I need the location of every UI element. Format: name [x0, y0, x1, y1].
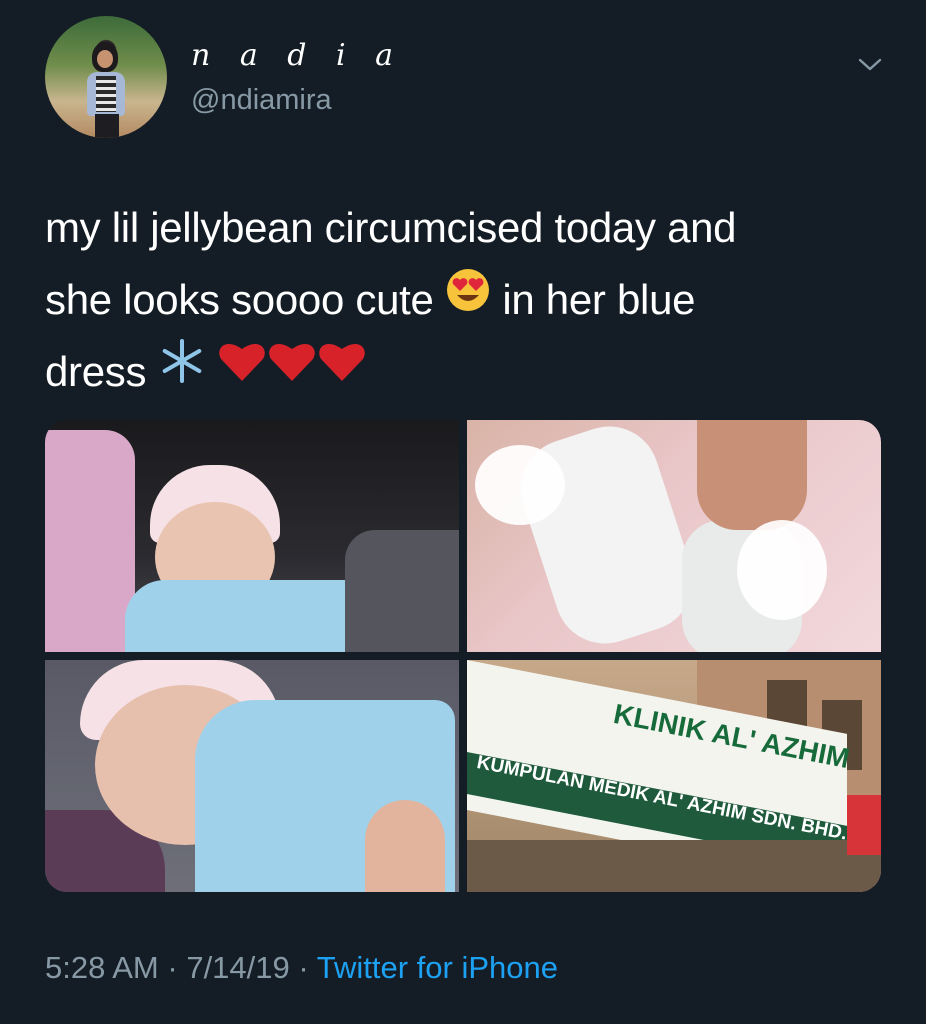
red-hearts-emoji-icon [217, 335, 367, 407]
photo-baby-awake[interactable] [45, 660, 459, 892]
tweet-text-line-3: dress [45, 336, 895, 408]
snowflake-emoji-icon [158, 335, 206, 407]
avatar-figure-legs [95, 114, 119, 138]
avatar-figure-face [97, 50, 113, 68]
tweet-text-segment: in her blue [502, 276, 696, 323]
tweet-source-link[interactable]: Twitter for iPhone [317, 950, 558, 985]
photo-clinic-sign[interactable]: KLINIK AL' AZHIM KUMPULAN MEDIK AL' AZHI… [467, 660, 881, 892]
tweet-time: 5:28 AM [45, 950, 159, 985]
avatar-figure-shirt [96, 76, 116, 112]
photo-baby-socks[interactable] [467, 420, 881, 652]
heart-eyes-emoji-icon [445, 263, 491, 335]
tweet-header: n a d i a @ndiamira [45, 16, 891, 140]
chevron-down-icon[interactable] [857, 54, 883, 74]
media-grid: KLINIK AL' AZHIM KUMPULAN MEDIK AL' AZHI… [45, 420, 881, 892]
tweet-text-line-1: my lil jellybean circumcised today and [45, 204, 737, 251]
user-handle[interactable]: @ndiamira [191, 84, 332, 117]
avatar[interactable] [45, 16, 167, 138]
tweet-text-line-2: she looks soooo cute in her blue [45, 264, 895, 336]
meta-separator: · [298, 950, 309, 985]
tweet-meta: 5:28 AM · 7/14/19 · Twitter for iPhone [45, 950, 558, 986]
tweet-text: my lil jellybean circumcised today and s… [45, 192, 895, 408]
tweet-text-segment: dress [45, 348, 147, 395]
display-name[interactable]: n a d i a [191, 38, 403, 73]
tweet-text-segment: she looks soooo cute [45, 276, 434, 323]
tweet-date: 7/14/19 [186, 950, 290, 985]
meta-separator: · [167, 950, 178, 985]
photo-baby-sleeping[interactable] [45, 420, 459, 652]
